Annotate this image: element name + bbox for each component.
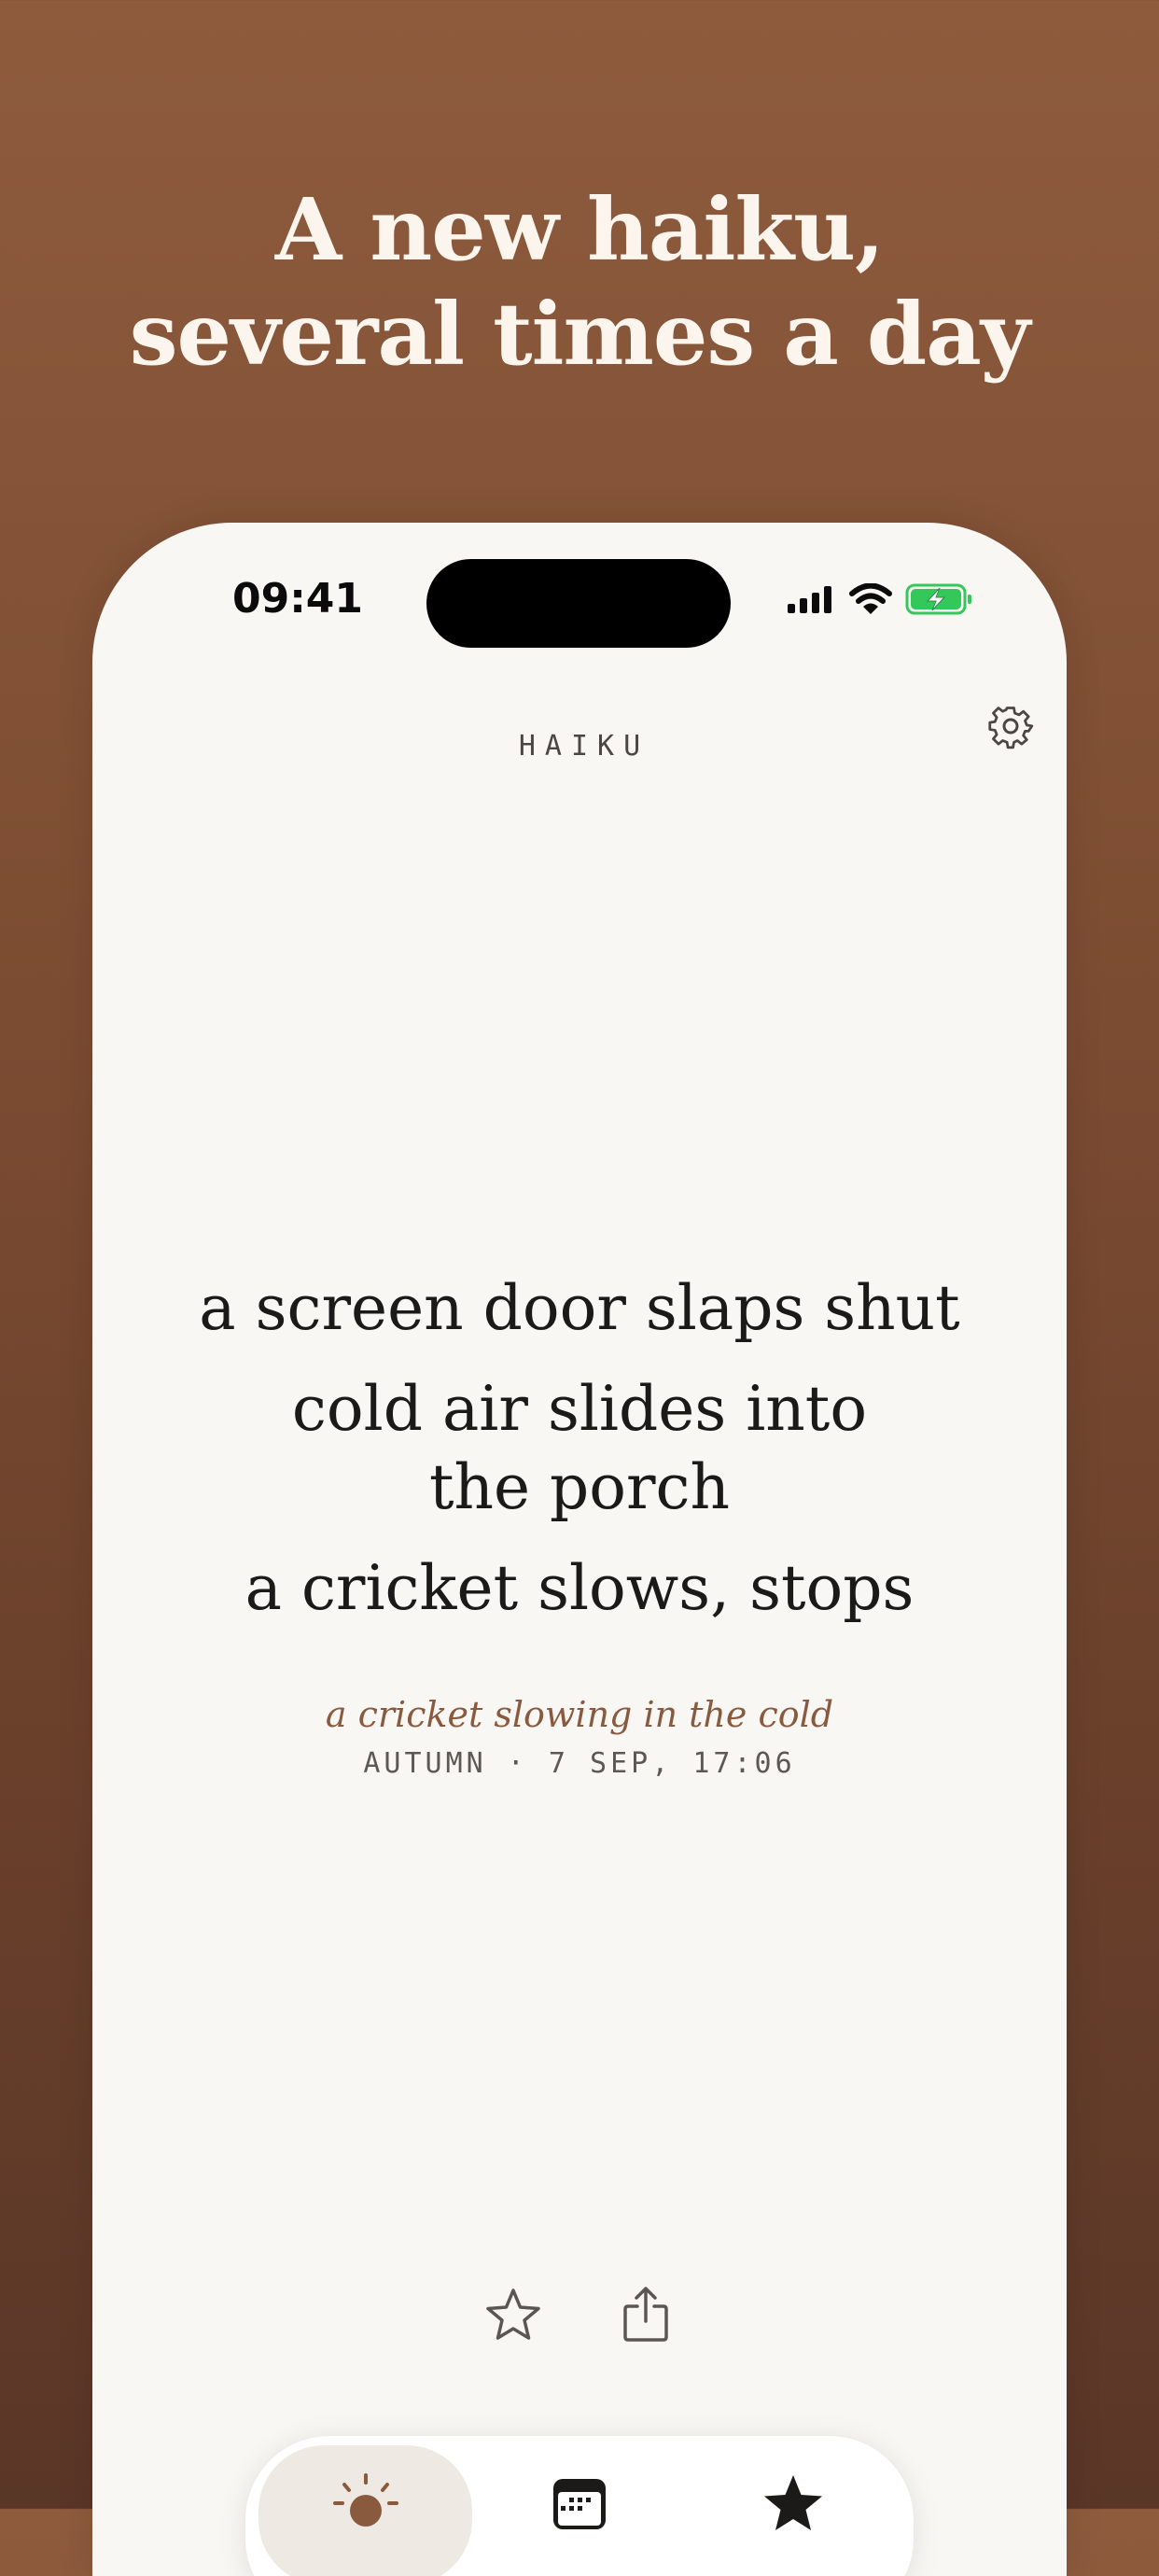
- wifi-icon: [849, 582, 892, 619]
- share-icon: [621, 2286, 670, 2347]
- calendar-icon: [550, 2473, 609, 2576]
- haiku-text: a screen door slaps shut cold air slides…: [92, 1269, 1067, 1650]
- tab-favorites[interactable]: [687, 2445, 901, 2576]
- haiku-actions: [92, 2287, 1067, 2346]
- headline-line-1: A new haiku,: [274, 179, 885, 280]
- battery-charging-icon: [905, 582, 974, 620]
- favorite-button[interactable]: [483, 2287, 543, 2346]
- status-icons: [788, 582, 974, 620]
- dynamic-island: [426, 559, 731, 648]
- haiku-caption: a cricket slowing in the cold: [325, 1694, 834, 1735]
- tab-bar: [245, 2436, 914, 2576]
- haiku-line-1: a screen door slaps shut: [199, 1272, 960, 1344]
- status-time: 09:41: [231, 575, 364, 623]
- star-filled-icon: [761, 2473, 825, 2576]
- phone-frame: 09:41 HAIKU a screen door slaps shut col…: [92, 523, 1067, 2576]
- haiku-line-2: cold air slides into the porch: [291, 1373, 868, 1523]
- sun-icon: [331, 2473, 400, 2576]
- haiku-meta: AUTUMN · 7 SEP, 17:06: [363, 1747, 796, 1780]
- star-outline-icon: [485, 2288, 541, 2345]
- tab-today[interactable]: [258, 2445, 473, 2576]
- cellular-signal-icon: [788, 585, 836, 617]
- gear-icon: [987, 703, 1034, 753]
- settings-button[interactable]: [985, 703, 1036, 753]
- haiku-line-3: a cricket slows, stops: [244, 1552, 915, 1624]
- headline-line-2: several times a day: [129, 284, 1031, 385]
- headline: A new haiku, several times a day: [0, 177, 1159, 386]
- app-title: HAIKU: [518, 730, 650, 763]
- tab-calendar[interactable]: [472, 2445, 686, 2576]
- share-button[interactable]: [616, 2287, 676, 2346]
